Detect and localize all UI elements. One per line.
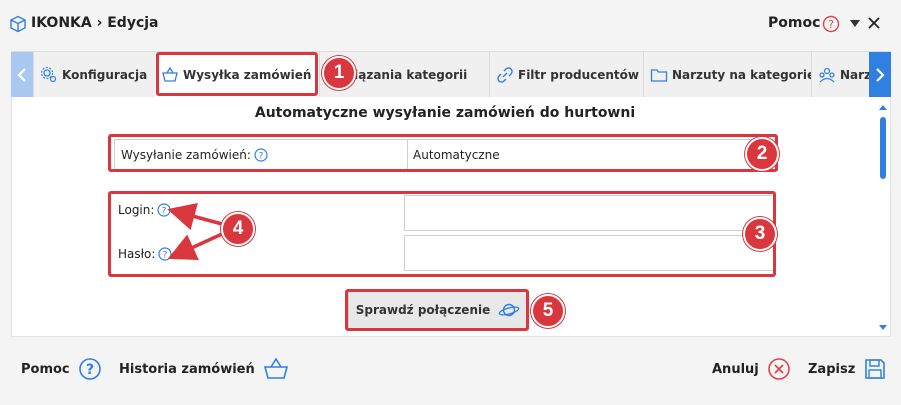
cancel-circle-icon: [767, 358, 790, 380]
basket-icon: [263, 357, 288, 379]
svg-text:?: ?: [828, 18, 834, 31]
sending-mode-select[interactable]: Automatyczne: [413, 148, 500, 162]
svg-text:?: ?: [258, 152, 263, 162]
svg-text:?: ?: [162, 207, 167, 217]
login-label: Login: ?: [118, 203, 172, 217]
question-icon: ?: [78, 358, 101, 380]
svg-text:?: ?: [163, 251, 168, 261]
annotation-badge-2: 2: [745, 137, 779, 171]
help-link[interactable]: Pomoc: [768, 15, 820, 31]
tab-label: Narzuty: [840, 68, 869, 82]
check-connection-label: Sprawdź połączenie: [355, 303, 491, 317]
annotation-badge-5: 5: [531, 294, 565, 328]
annotation-badge-1: 1: [322, 56, 356, 90]
people-icon: [819, 67, 835, 83]
question-icon[interactable]: ?: [822, 15, 840, 33]
vertical-scrollbar[interactable]: [878, 103, 888, 331]
question-icon[interactable]: ?: [157, 203, 172, 217]
svg-text:?: ?: [86, 362, 94, 378]
footer-help-label: Pomoc: [21, 361, 70, 377]
sending-mode-row: Wysyłanie zamówień: ? Automatyczne: [114, 139, 778, 171]
sending-mode-label-text: Wysyłanie zamówień:: [121, 148, 251, 162]
box-icon: [10, 15, 26, 33]
section-title: Automatyczne wysyłanie zamówień do hurto…: [254, 105, 636, 121]
footer-save-button[interactable]: Zapisz: [808, 356, 887, 382]
tab-filtr-producentow[interactable]: Filtr producentów: [489, 52, 643, 98]
annotation-badge-4: 4: [221, 212, 255, 246]
sending-mode-label: Wysyłanie zamówień: ?: [121, 148, 268, 162]
tab-konfiguracja[interactable]: Konfiguracja: [33, 52, 155, 98]
planet-icon: [498, 303, 520, 317]
credentials-group: Login: ? Hasło: ?: [110, 193, 778, 273]
tab-label: Narzuty na kategorie: [672, 68, 811, 82]
footer-history-label: Historia zamówień: [119, 361, 255, 377]
password-input[interactable]: [404, 235, 774, 271]
chevron-left-icon: [17, 68, 26, 82]
footer-cancel-button[interactable]: Anuluj: [712, 356, 791, 382]
tab-label: Konfiguracja: [62, 68, 148, 82]
annotation-badge-3: 3: [743, 217, 777, 251]
chevron-right-icon: [876, 68, 885, 82]
gear-cluster-icon: [40, 66, 57, 83]
login-input[interactable]: [404, 195, 774, 231]
tab-scroll-right-button[interactable]: [869, 52, 891, 98]
tab-wysylka-zamowien[interactable]: Wysyłka zamówień: [155, 52, 319, 98]
tab-narzuty-na-kategorie[interactable]: Narzuty na kategorie: [643, 52, 811, 98]
question-icon[interactable]: ?: [254, 148, 268, 162]
footer-save-label: Zapisz: [808, 361, 856, 377]
scroll-down-icon[interactable]: [879, 325, 887, 330]
tab-narzuty[interactable]: Narzuty: [811, 52, 869, 98]
divider: [407, 140, 408, 170]
chevron-down-icon[interactable]: [850, 20, 860, 27]
window-title: IKONKA › Edycja: [31, 15, 159, 31]
question-icon[interactable]: ?: [158, 247, 173, 261]
scroll-up-icon[interactable]: [879, 105, 887, 110]
tab-scroll-left-button[interactable]: [11, 52, 33, 98]
title-bar: IKONKA › Edycja Pomoc ?: [0, 0, 901, 48]
folder-icon: [650, 69, 668, 82]
tab-strip: Konfiguracja Wysyłka zamówień Powiązania…: [11, 51, 891, 98]
footer-history-button[interactable]: Historia zamówień: [119, 356, 289, 382]
close-icon[interactable]: [865, 14, 883, 32]
check-connection-button[interactable]: Sprawdź połączenie: [348, 291, 528, 329]
login-label-text: Login:: [118, 203, 155, 217]
password-label-text: Hasło:: [118, 247, 156, 261]
tab-label: Filtr producentów: [518, 68, 640, 82]
basket-icon: [162, 66, 178, 82]
tab-label: Wysyłka zamówień: [183, 68, 312, 82]
footer-help-button[interactable]: Pomoc ?: [21, 356, 102, 382]
link-icon: [497, 67, 513, 83]
password-label: Hasło: ?: [118, 247, 173, 261]
footer-cancel-label: Anuluj: [712, 361, 759, 377]
floppy-disk-icon: [865, 359, 886, 379]
scrollbar-thumb[interactable]: [880, 117, 886, 179]
